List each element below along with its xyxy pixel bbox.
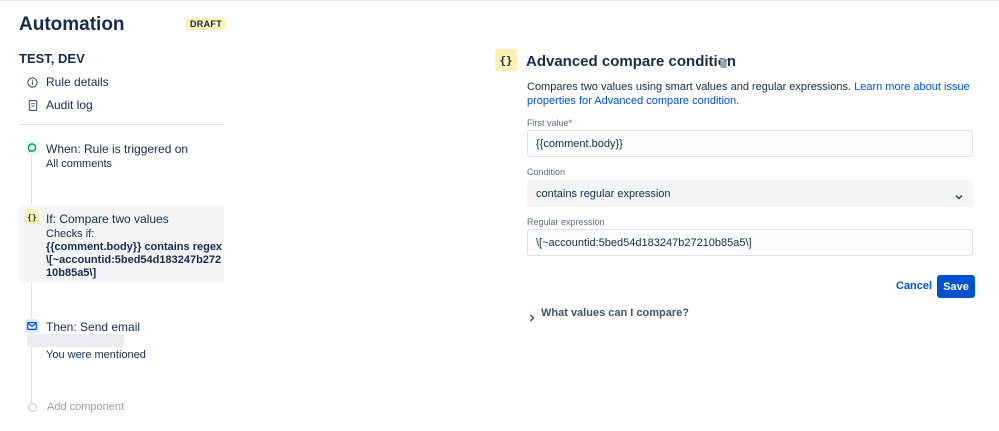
step-condition-checks-label: Checks if: [46, 228, 95, 240]
draft-badge: DRAFT [186, 18, 226, 30]
step-action-title: Then: Send email [46, 320, 141, 334]
add-component-dot-icon [28, 402, 37, 412]
step-condition-detail: {{comment.body}} contains regex \[~accou… [46, 241, 223, 279]
save-button[interactable]: Save [937, 275, 975, 298]
add-component-button[interactable]: Add component [27, 401, 124, 413]
condition-select-value: contains regular expression [536, 187, 671, 200]
sidebar: Automation DRAFT TEST, DEV Rule details … [0, 0, 232, 431]
regex-input[interactable] [528, 230, 972, 255]
description-text: Compares two values using smart values a… [527, 81, 852, 93]
regex-label: Regular expression [527, 217, 605, 227]
step-condition[interactable]: {} If: Compare two values Checks if: {{c… [19, 205, 224, 282]
nav-audit-log-label: Audit log [46, 98, 93, 112]
first-value-input[interactable] [528, 131, 972, 156]
chevron-right-icon [528, 309, 536, 322]
first-value-field[interactable] [527, 130, 973, 157]
comment-icon [25, 141, 39, 155]
nav-rule-details-label: Rule details [46, 75, 109, 89]
first-value-label-text: First value [527, 118, 569, 128]
sidebar-divider [19, 124, 224, 125]
step-action-subtitle: You were mentioned [46, 349, 146, 361]
condition-label: Condition [527, 167, 566, 177]
step-trigger-subtitle: All comments [46, 158, 113, 170]
required-marker: * [568, 118, 573, 128]
condition-select[interactable]: contains regular expression [527, 180, 973, 207]
panel-title: Advanced compare condition [526, 53, 737, 70]
help-expander[interactable]: What values can I compare? [528, 307, 689, 322]
delete-icon[interactable] [719, 55, 728, 68]
help-expander-label: What values can I compare? [541, 307, 689, 319]
info-icon [27, 76, 38, 88]
braces-icon: {} [25, 210, 39, 224]
add-component-label: Add component [47, 401, 125, 413]
nav-audit-log[interactable]: Audit log [27, 96, 93, 114]
document-icon [27, 99, 38, 111]
redacted-recipient [27, 334, 124, 347]
step-condition-title: If: Compare two values [46, 212, 169, 226]
first-value-label: First value* [527, 118, 572, 128]
project-name: TEST, DEV [19, 51, 85, 66]
panel-description: Compares two values using smart values a… [527, 80, 972, 108]
step-trigger-title: When: Rule is triggered on [46, 142, 189, 156]
mail-icon [25, 319, 39, 333]
braces-icon: {} [495, 49, 517, 71]
regex-field[interactable] [527, 229, 973, 256]
cancel-button[interactable]: Cancel [890, 276, 938, 296]
step-trigger[interactable]: When: Rule is triggered on All comments [19, 140, 224, 172]
app-title: Automation [19, 14, 125, 35]
chevron-down-icon [954, 189, 964, 200]
nav-rule-details[interactable]: Rule details [27, 73, 109, 91]
